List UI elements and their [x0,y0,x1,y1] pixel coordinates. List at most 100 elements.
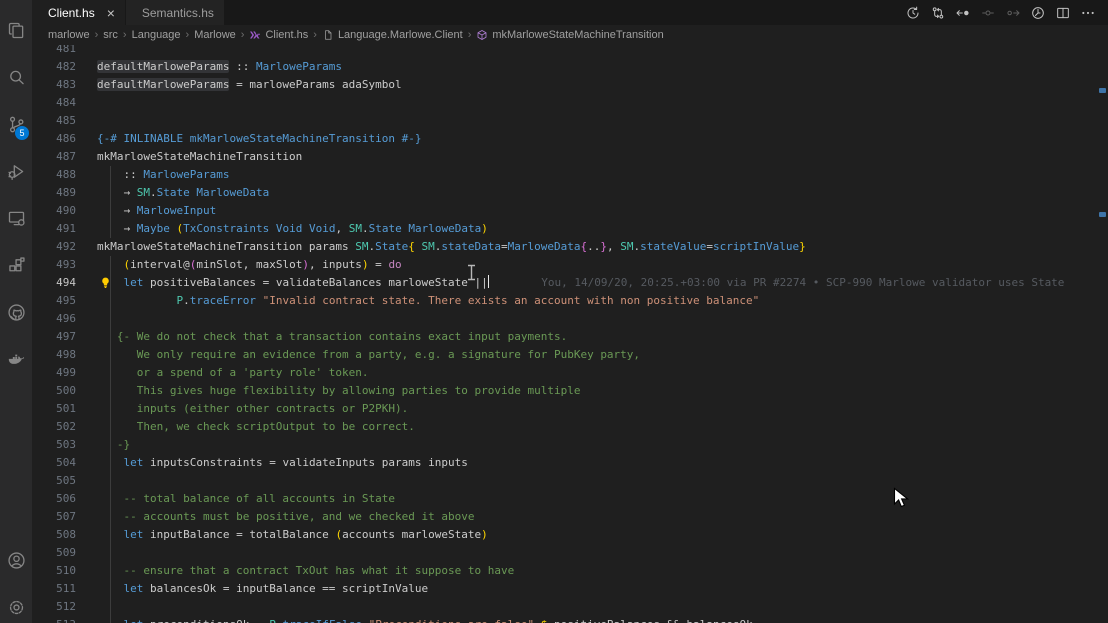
code-line[interactable]: 497 {- We do not check that a transactio… [32,328,1108,346]
line-number[interactable]: 511 [32,580,76,598]
line-number[interactable]: 496 [32,310,76,328]
code-line[interactable]: 486 {-# INLINABLE mkMarloweStateMachineTr… [32,130,1108,148]
code-line[interactable]: 482 defaultMarloweParams :: MarloweParams [32,58,1108,76]
line-number[interactable]: 483 [32,76,76,94]
line-number[interactable]: 513 [32,616,76,623]
close-icon[interactable]: × [107,6,115,20]
code-line[interactable]: 512 [32,598,1108,616]
code-line[interactable]: 508 let inputBalance = totalBalance (acc… [32,526,1108,544]
line-number[interactable]: 493 [32,256,76,274]
line-number[interactable]: 488 [32,166,76,184]
code-line[interactable]: 501 inputs (either other contracts or P2… [32,400,1108,418]
line-number[interactable]: 484 [32,94,76,112]
overview-ruler[interactable] [1096,45,1108,623]
activity-bar-item-extensions[interactable] [0,242,32,289]
code-line[interactable]: 507 -- accounts must be positive, and we… [32,508,1108,526]
line-number[interactable]: 509 [32,544,76,562]
line-number[interactable]: 485 [32,112,76,130]
activity-bar-item-docker[interactable] [0,336,32,383]
line-number[interactable]: 502 [32,418,76,436]
line-number[interactable]: 500 [32,382,76,400]
tab-semantics-hs[interactable]: Semantics.hs [125,0,225,25]
code-line[interactable]: 491 → Maybe (TxConstraints Void Void, SM… [32,220,1108,238]
code-line[interactable]: 483 defaultMarloweParams = marloweParams … [32,76,1108,94]
code-line[interactable]: 506 -- total balance of all accounts in … [32,490,1108,508]
code-line[interactable]: 496 [32,310,1108,328]
breadcrumb-item-client-hs[interactable]: Client.hs [249,29,308,41]
tab-client-hs[interactable]: Client.hs × [32,0,126,25]
code-line[interactable]: 509 [32,544,1108,562]
line-content: -} [97,436,1108,454]
breadcrumb-item-language[interactable]: Language [132,29,181,41]
code-line[interactable]: 495 P.traceError "Invalid contract state… [32,292,1108,310]
activity-bar-item-explorer[interactable] [0,7,32,54]
next-change-icon[interactable] [1005,5,1021,21]
code-line[interactable]: 489 → SM.State MarloweData [32,184,1108,202]
code-line[interactable]: 502 Then, we check scriptOutput to be co… [32,418,1108,436]
activity-bar-item-search[interactable] [0,54,32,101]
line-number[interactable]: 497 [32,328,76,346]
code-line[interactable]: 503 -} [32,436,1108,454]
line-number[interactable]: 507 [32,508,76,526]
activity-bar-item-settings[interactable] [0,584,32,623]
timeline-icon[interactable] [905,5,921,21]
split-editor-icon[interactable] [1055,5,1071,21]
line-number[interactable]: 501 [32,400,76,418]
more-actions-icon[interactable] [1080,5,1096,21]
code-line[interactable]: 494 let positiveBalances = validateBalan… [32,274,1108,292]
breadcrumb-item-marlowe[interactable]: marlowe [48,29,90,41]
code-line[interactable]: 500 This gives huge flexibility by allow… [32,382,1108,400]
code-line[interactable]: 499 or a spend of a 'party role' token. [32,364,1108,382]
code-line[interactable]: 492 mkMarloweStateMachineTransition param… [32,238,1108,256]
line-number[interactable]: 508 [32,526,76,544]
line-number[interactable]: 489 [32,184,76,202]
line-number[interactable]: 506 [32,490,76,508]
code-line[interactable]: 485 [32,112,1108,130]
lightbulb-icon[interactable] [99,276,112,289]
code-line[interactable]: 498 We only require an evidence from a p… [32,346,1108,364]
line-number[interactable]: 481 [32,45,76,58]
line-number[interactable]: 491 [32,220,76,238]
code-editor[interactable]: 481 482 defaultMarloweParams :: MarlowePar… [32,45,1108,623]
line-number[interactable]: 505 [32,472,76,490]
line-number[interactable]: 499 [32,364,76,382]
line-number[interactable]: 487 [32,148,76,166]
previous-change-icon[interactable] [955,5,971,21]
line-number[interactable]: 490 [32,202,76,220]
code-line[interactable]: 513 let preconditionsOk = P.traceIfFalse… [32,616,1108,623]
line-number[interactable]: 503 [32,436,76,454]
breadcrumb-item-mkmarlowestatemachinetransition[interactable]: mkMarloweStateMachineTransition [476,29,664,41]
activity-bar-item-github[interactable] [0,289,32,336]
code-line[interactable]: 481 [32,45,1108,58]
code-line[interactable]: 487 mkMarloweStateMachineTransition [32,148,1108,166]
line-number[interactable]: 512 [32,598,76,616]
activity-bar-item-source-control[interactable]: 5 [0,101,32,148]
breadcrumb-item-marlowe[interactable]: Marlowe [194,29,236,41]
file-history-icon[interactable] [1030,5,1046,21]
activity-bar-item-run-debug[interactable] [0,148,32,195]
indent-guide [110,544,111,562]
code-line[interactable]: 510 -- ensure that a contract TxOut has … [32,562,1108,580]
line-number[interactable]: 482 [32,58,76,76]
line-number[interactable]: 504 [32,454,76,472]
line-number[interactable]: 492 [32,238,76,256]
code-line[interactable]: 484 [32,94,1108,112]
line-content [97,94,1108,112]
code-line[interactable]: 490 → MarloweInput [32,202,1108,220]
code-line[interactable]: 504 let inputsConstraints = validateInpu… [32,454,1108,472]
breadcrumb-item-src[interactable]: src [103,29,118,41]
code-line[interactable]: 505 [32,472,1108,490]
line-number[interactable]: 510 [32,562,76,580]
code-line[interactable]: 488 :: MarloweParams [32,166,1108,184]
line-number[interactable]: 495 [32,292,76,310]
activity-bar-item-remote-explorer[interactable] [0,195,32,242]
activity-bar-item-account[interactable] [0,537,32,584]
code-line[interactable]: 493 (interval@(minSlot, maxSlot), inputs… [32,256,1108,274]
current-change-icon[interactable] [980,5,996,21]
line-number[interactable]: 486 [32,130,76,148]
line-number[interactable]: 498 [32,346,76,364]
breadcrumb-item-language-marlowe-client[interactable]: Language.Marlowe.Client [322,29,463,41]
code-line[interactable]: 511 let balancesOk = inputBalance == scr… [32,580,1108,598]
compare-changes-icon[interactable] [930,5,946,21]
line-number[interactable]: 494 [32,274,76,292]
